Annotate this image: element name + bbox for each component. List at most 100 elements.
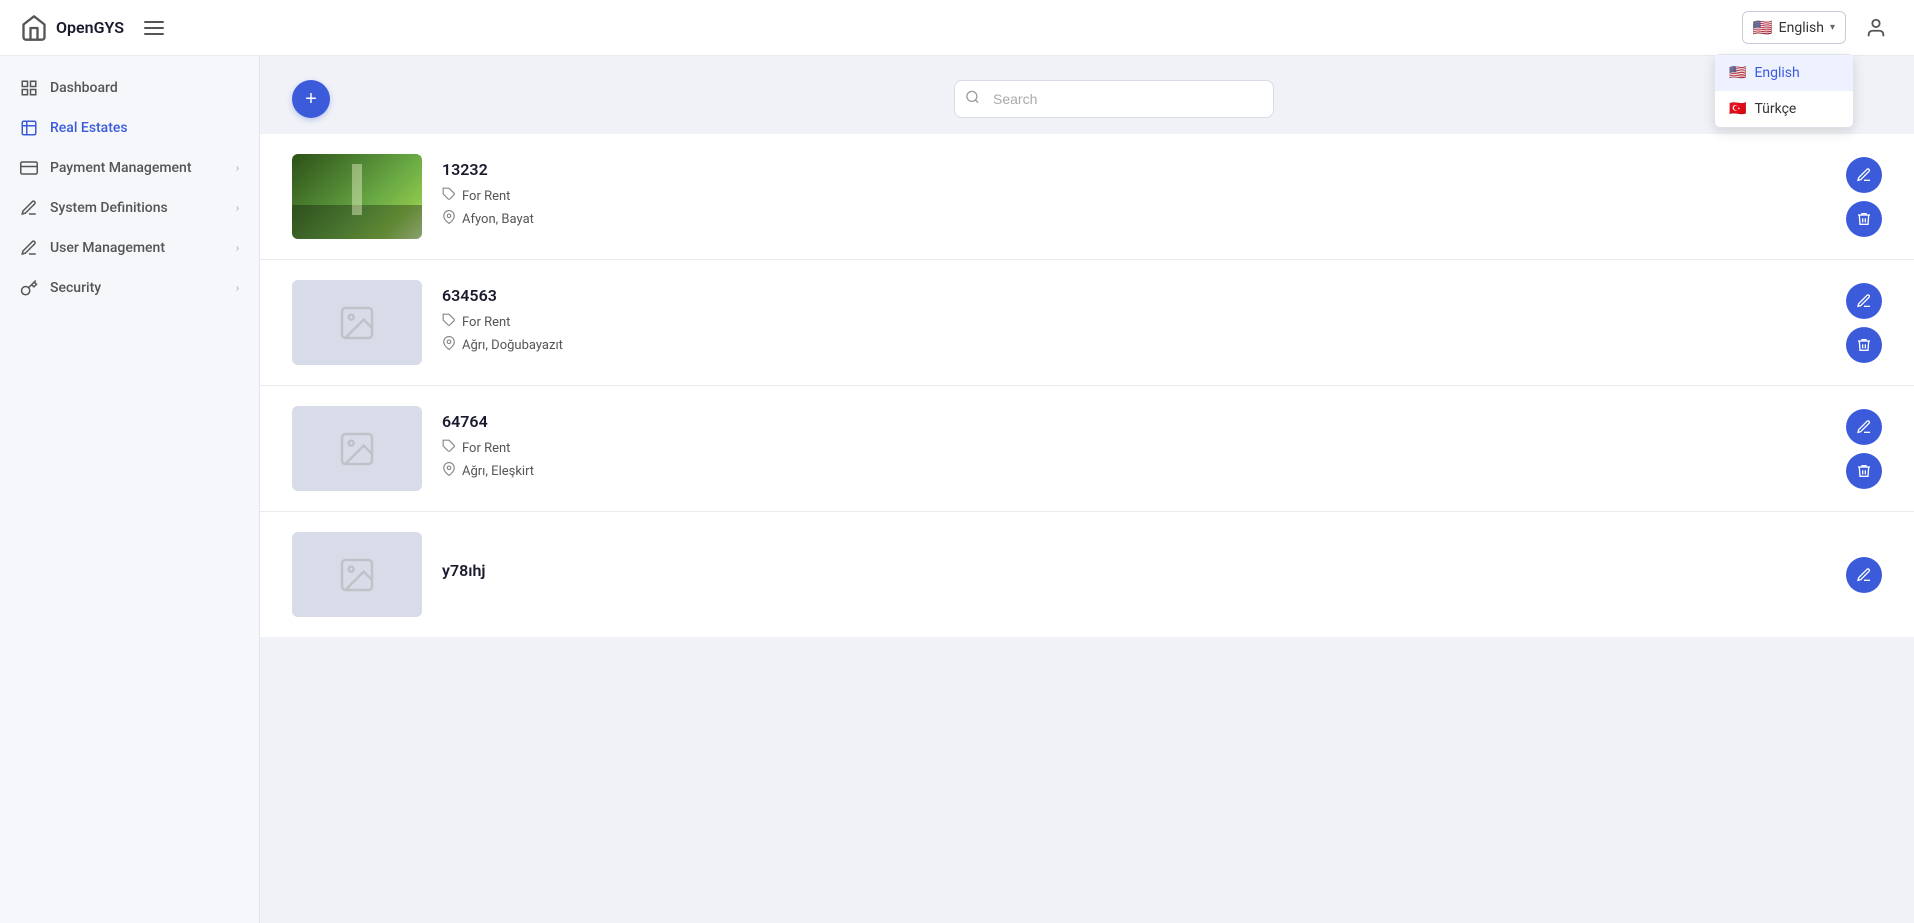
property-info: 13232 For Rent — [442, 160, 1846, 233]
user-button[interactable] — [1858, 10, 1894, 46]
credit-card-icon — [20, 159, 38, 177]
property-info: 634563 For Rent — [442, 286, 1846, 359]
trash-icon — [1856, 463, 1872, 479]
flag-icon: 🇺🇸 — [1753, 18, 1773, 37]
property-item: y78ıhj — [260, 512, 1914, 637]
property-title: 64764 — [442, 412, 1846, 431]
property-item: 13232 For Rent — [260, 134, 1914, 260]
pencil-icon — [1856, 419, 1872, 435]
chevron-right-icon-4: › — [236, 283, 239, 294]
thumbnail-placeholder — [292, 532, 422, 617]
property-title: 13232 — [442, 160, 1846, 179]
language-dropdown: 🇺🇸 English 🇹🇷 Türkçe — [1714, 54, 1854, 128]
listing-type-label: For Rent — [462, 189, 510, 204]
add-property-button[interactable]: + — [292, 80, 330, 118]
delete-button[interactable] — [1846, 201, 1882, 237]
property-listing-type: For Rent — [442, 439, 1846, 457]
flag-english: 🇺🇸 — [1729, 65, 1746, 81]
search-icon — [965, 90, 980, 109]
sidebar-item-system-definitions[interactable]: System Definitions › — [0, 188, 259, 228]
pen-icon — [20, 199, 38, 217]
header-right: 🇺🇸 English ▾ 🇺🇸 English 🇹🇷 Türkçe — [1742, 10, 1894, 46]
chevron-right-icon-2: › — [236, 203, 239, 214]
location-icon — [442, 462, 456, 480]
thumbnail-placeholder — [292, 280, 422, 365]
property-item: 64764 For Rent — [260, 386, 1914, 512]
search-box — [954, 80, 1274, 118]
property-thumbnail — [292, 154, 422, 239]
location-label: Ağrı, Doğubayazıt — [462, 338, 563, 353]
property-listing-type: For Rent — [442, 187, 1846, 205]
lang-option-english[interactable]: 🇺🇸 English — [1715, 55, 1853, 91]
building-icon — [20, 119, 38, 137]
sidebar-item-real-estates[interactable]: Real Estates — [0, 108, 259, 148]
tag-icon — [442, 439, 456, 457]
property-thumbnail — [292, 406, 422, 491]
property-location: Afyon, Bayat — [442, 210, 1846, 228]
label-turkish: Türkçe — [1754, 101, 1796, 117]
label-english: English — [1754, 65, 1799, 81]
sidebar-label-payment: Payment Management — [50, 160, 192, 176]
delete-button[interactable] — [1846, 327, 1882, 363]
property-info: 64764 For Rent — [442, 412, 1846, 485]
sidebar-item-payment-management[interactable]: Payment Management › — [0, 148, 259, 188]
edit-button[interactable] — [1846, 409, 1882, 445]
property-thumbnail — [292, 532, 422, 617]
property-location: Ağrı, Doğubayazıt — [442, 336, 1846, 354]
sidebar-label-real-estates: Real Estates — [50, 120, 128, 136]
thumbnail-placeholder — [292, 406, 422, 491]
sidebar-label-system: System Definitions — [50, 200, 168, 216]
property-thumbnail — [292, 280, 422, 365]
location-label: Ağrı, Eleşkirt — [462, 464, 534, 479]
user-icon — [1865, 17, 1887, 39]
language-selector[interactable]: 🇺🇸 English ▾ — [1742, 11, 1846, 44]
search-input[interactable] — [954, 80, 1274, 118]
chevron-right-icon: › — [236, 163, 239, 174]
sidebar-item-dashboard[interactable]: Dashboard — [0, 68, 259, 108]
chevron-down-icon: ▾ — [1830, 22, 1835, 33]
chevron-right-icon-3: › — [236, 243, 239, 254]
property-title: 634563 — [442, 286, 1846, 305]
property-actions — [1846, 157, 1882, 237]
lang-option-turkish[interactable]: 🇹🇷 Türkçe — [1715, 91, 1853, 127]
sidebar-label-user-management: User Management — [50, 240, 165, 256]
app-logo: OpenGYS — [20, 14, 124, 42]
property-actions — [1846, 409, 1882, 489]
toolbar: + — [260, 56, 1914, 134]
plus-icon: + — [305, 89, 317, 109]
layout: Dashboard Real Estates Payment Managemen… — [0, 56, 1914, 923]
sidebar: Dashboard Real Estates Payment Managemen… — [0, 56, 260, 923]
edit-button[interactable] — [1846, 283, 1882, 319]
flag-turkish: 🇹🇷 — [1729, 101, 1746, 117]
property-actions — [1846, 283, 1882, 363]
main-content: + 13232 — [260, 56, 1914, 923]
trash-icon — [1856, 337, 1872, 353]
property-listing-type: For Rent — [442, 313, 1846, 331]
key-icon — [20, 279, 38, 297]
app-name: OpenGYS — [56, 18, 124, 37]
listing-type-label: For Rent — [462, 315, 510, 330]
property-item: 634563 For Rent — [260, 260, 1914, 386]
header-left: OpenGYS — [20, 14, 168, 42]
location-icon — [442, 336, 456, 354]
pencil-icon — [1856, 567, 1872, 583]
edit-button[interactable] — [1846, 557, 1882, 593]
hamburger-button[interactable] — [140, 17, 168, 39]
home-icon — [20, 14, 48, 42]
header: OpenGYS 🇺🇸 English ▾ 🇺🇸 English 🇹🇷 Türkç… — [0, 0, 1914, 56]
sidebar-item-user-management[interactable]: User Management › — [0, 228, 259, 268]
tag-icon — [442, 187, 456, 205]
edit-button[interactable] — [1846, 157, 1882, 193]
location-icon — [442, 210, 456, 228]
location-label: Afyon, Bayat — [462, 212, 534, 227]
delete-button[interactable] — [1846, 453, 1882, 489]
property-location: Ağrı, Eleşkirt — [442, 462, 1846, 480]
language-label: English — [1779, 20, 1824, 36]
property-actions — [1846, 557, 1882, 593]
property-info: y78ıhj — [442, 561, 1846, 588]
user-management-icon — [20, 239, 38, 257]
sidebar-item-security[interactable]: Security › — [0, 268, 259, 308]
grid-icon — [20, 79, 38, 97]
trash-icon — [1856, 211, 1872, 227]
pencil-icon — [1856, 167, 1872, 183]
